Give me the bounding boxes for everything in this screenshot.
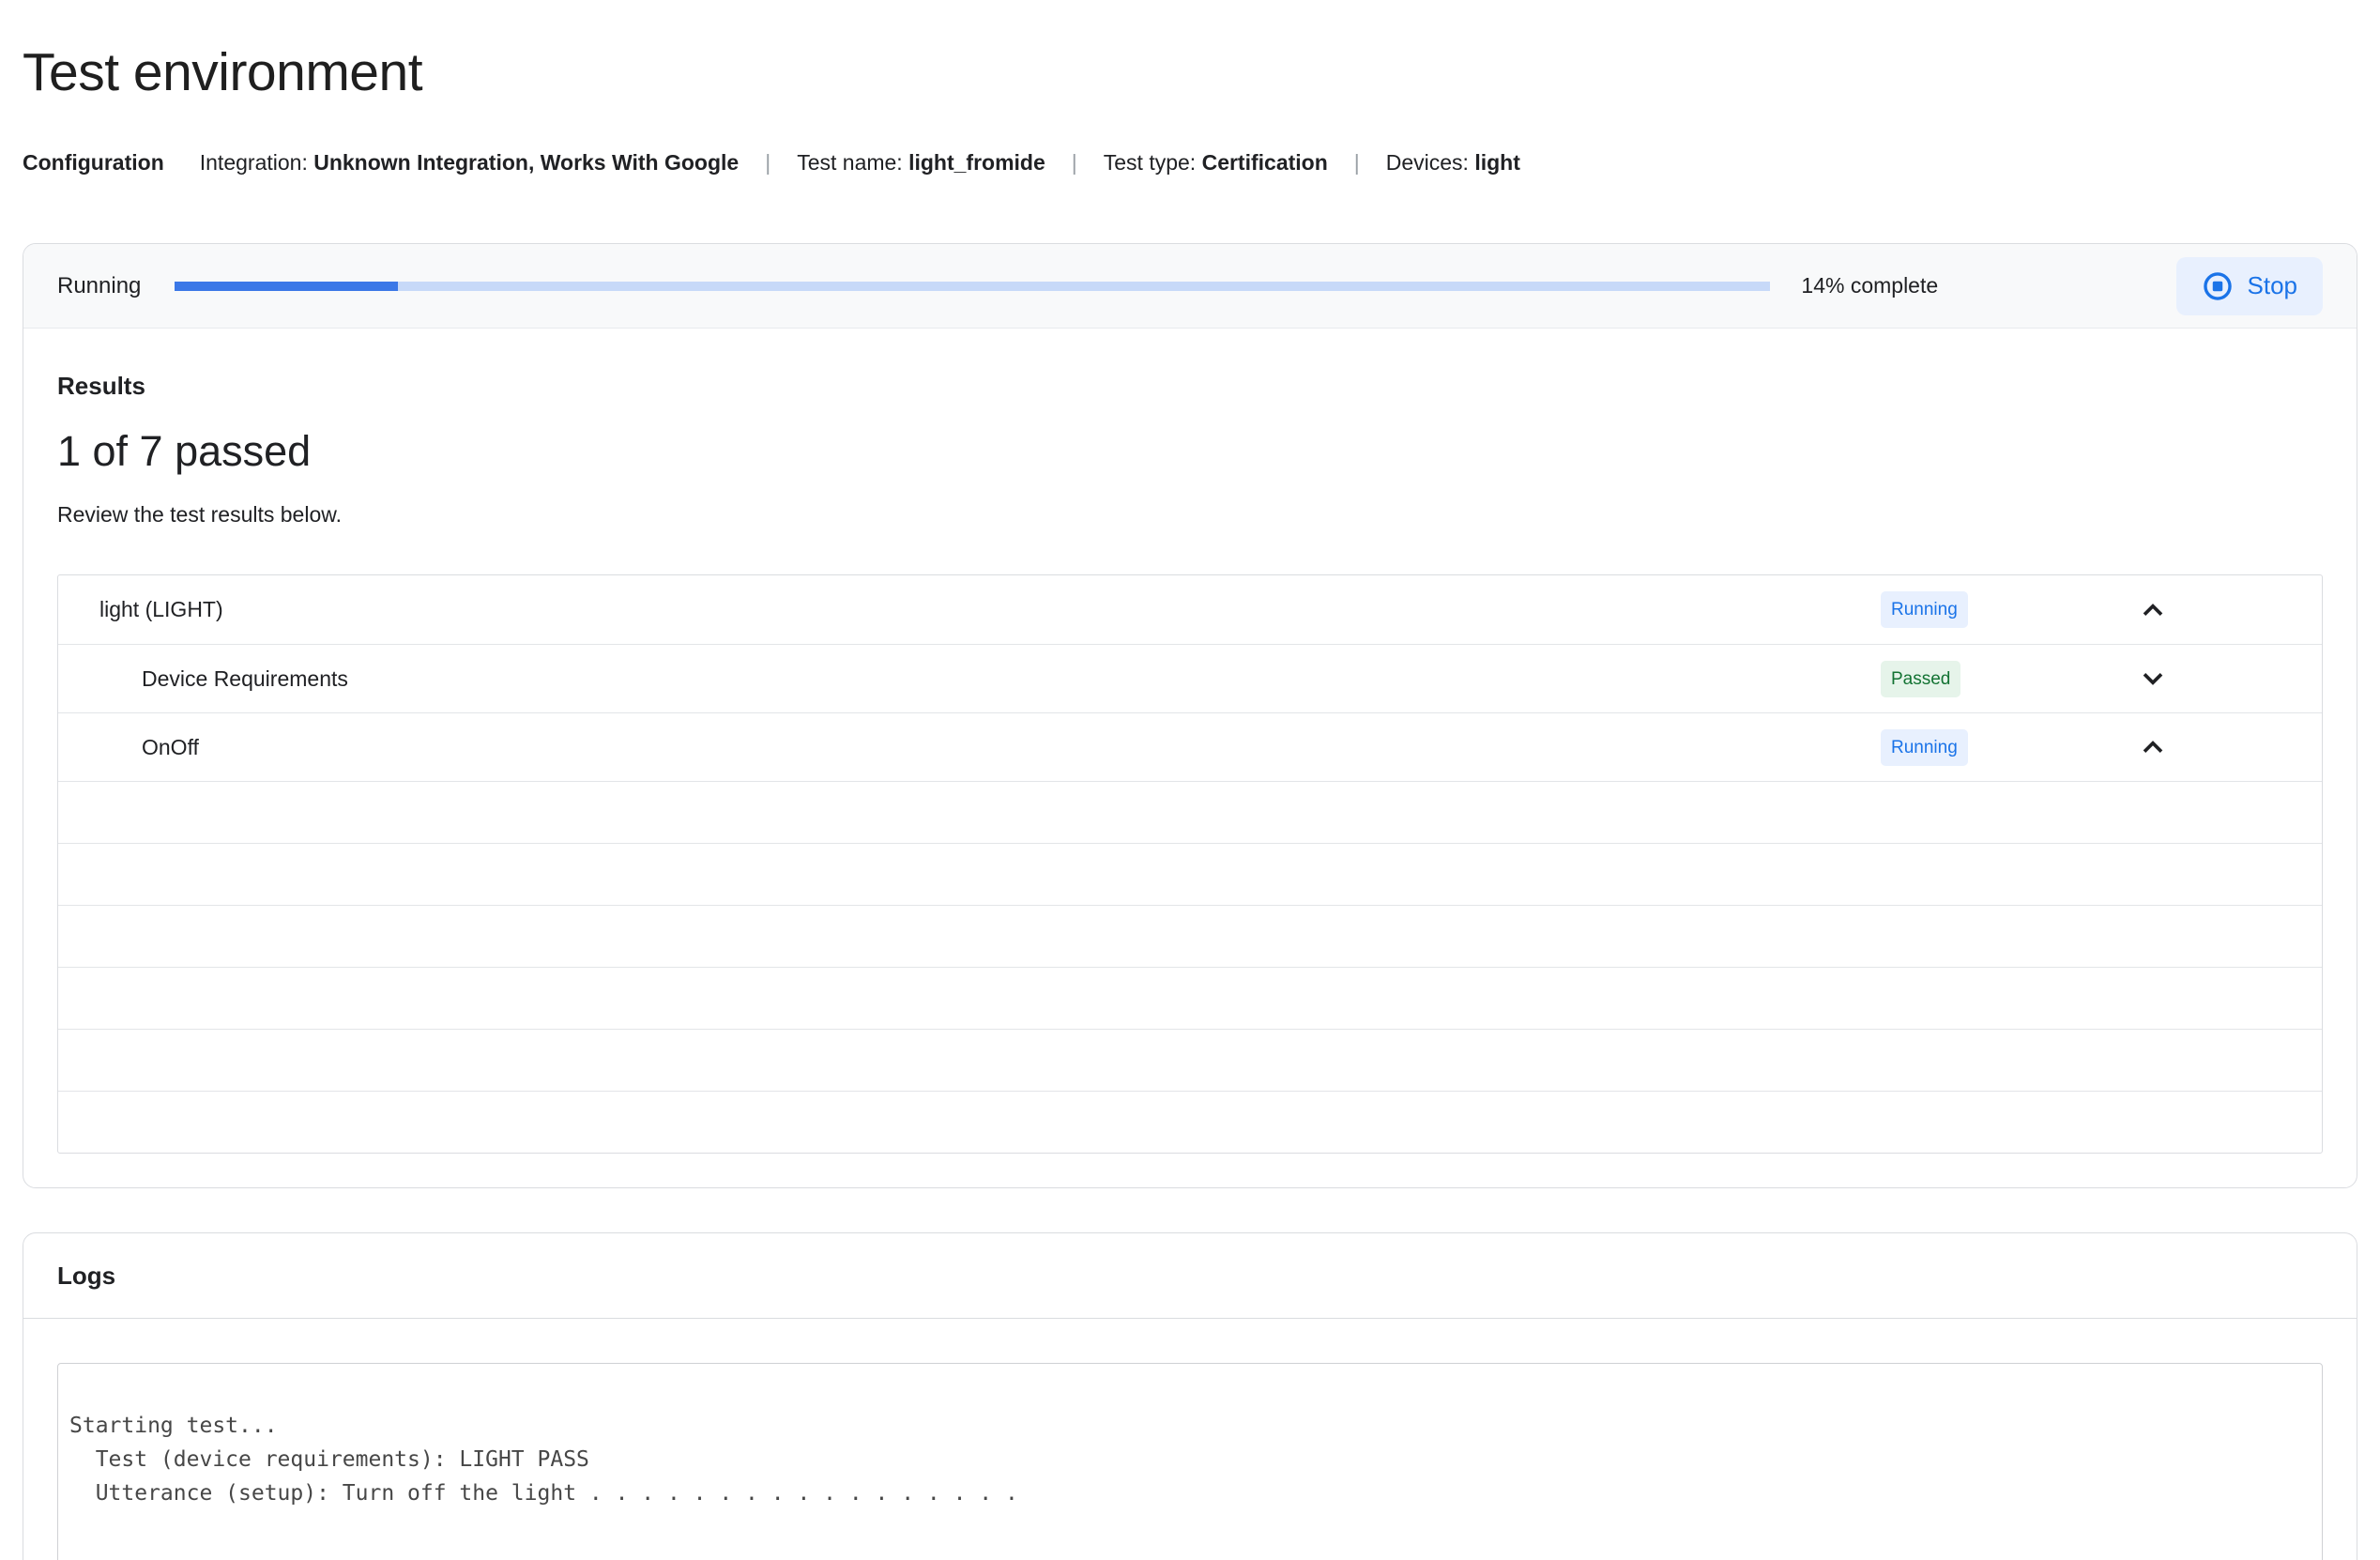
chevron-up-icon[interactable] bbox=[2134, 728, 2172, 766]
config-item-integration: Integration: Unknown Integration, Works … bbox=[199, 150, 740, 175]
result-row-empty bbox=[58, 967, 2322, 1029]
status-badge: Passed bbox=[1881, 660, 1961, 697]
config-section-label: Configuration bbox=[23, 150, 164, 175]
progress-percent-label: 14% complete bbox=[1801, 273, 1939, 298]
results-heading: Results bbox=[57, 372, 145, 400]
result-row-empty bbox=[58, 905, 2322, 967]
log-output-text: Starting test... Test (device requiremen… bbox=[69, 1414, 1018, 1506]
result-row-empty bbox=[58, 1029, 2322, 1091]
stop-button-label: Stop bbox=[2247, 271, 2298, 299]
config-separator: | bbox=[1071, 150, 1077, 175]
result-row: light (LIGHT) Running bbox=[58, 575, 2322, 644]
config-bar: Configuration Integration: Unknown Integ… bbox=[23, 150, 2357, 176]
result-row-empty bbox=[58, 843, 2322, 905]
chevron-up-icon[interactable] bbox=[2134, 591, 2172, 629]
config-item-devices: Devices: light bbox=[1385, 150, 1520, 175]
result-row-empty bbox=[58, 781, 2322, 843]
result-row-name: OnOff bbox=[142, 734, 199, 759]
logs-card: Logs Starting test... Test (device requi… bbox=[23, 1232, 2357, 1560]
stop-icon bbox=[2202, 270, 2234, 302]
result-row-name: light (LIGHT) bbox=[99, 597, 223, 621]
progress-bar bbox=[175, 281, 1771, 291]
logs-heading: Logs bbox=[23, 1233, 2357, 1319]
chevron-down-icon[interactable] bbox=[2134, 660, 2172, 697]
result-row: Device Requirements Passed bbox=[58, 644, 2322, 712]
progress-bar-fill bbox=[175, 281, 399, 291]
results-subtext: Review the test results below. bbox=[57, 502, 342, 527]
logs-body: Starting test... Test (device requiremen… bbox=[23, 1319, 2357, 1560]
result-row-name: Device Requirements bbox=[142, 665, 348, 691]
config-item-test-type: Test type: Certification bbox=[1103, 150, 1328, 175]
progress-strip: Running 14% complete Stop bbox=[23, 244, 2357, 329]
result-row-empty bbox=[58, 1091, 2322, 1153]
results-summary: 1 of 7 passed bbox=[57, 427, 312, 475]
status-badge: Running bbox=[1881, 591, 1968, 628]
results-section: Results 1 of 7 passed Review the test re… bbox=[23, 329, 2357, 1187]
page: Test environment Configuration Integrati… bbox=[0, 41, 2380, 1560]
page-title: Test environment bbox=[23, 42, 423, 102]
status-badge: Running bbox=[1881, 728, 1968, 766]
progress-status-label: Running bbox=[57, 272, 142, 298]
stop-button[interactable]: Stop bbox=[2175, 256, 2323, 315]
config-separator: | bbox=[765, 150, 771, 175]
config-separator: | bbox=[1353, 150, 1360, 175]
result-row: OnOff Running bbox=[58, 712, 2322, 781]
config-item-test-name: Test name: light_fromide bbox=[797, 150, 1045, 175]
results-table: light (LIGHT) Running Device Requirements P… bbox=[57, 574, 2323, 1154]
log-output-box[interactable]: Starting test... Test (device requiremen… bbox=[57, 1363, 2323, 1560]
results-card: Running 14% complete Stop Results 1 of 7… bbox=[23, 243, 2357, 1188]
